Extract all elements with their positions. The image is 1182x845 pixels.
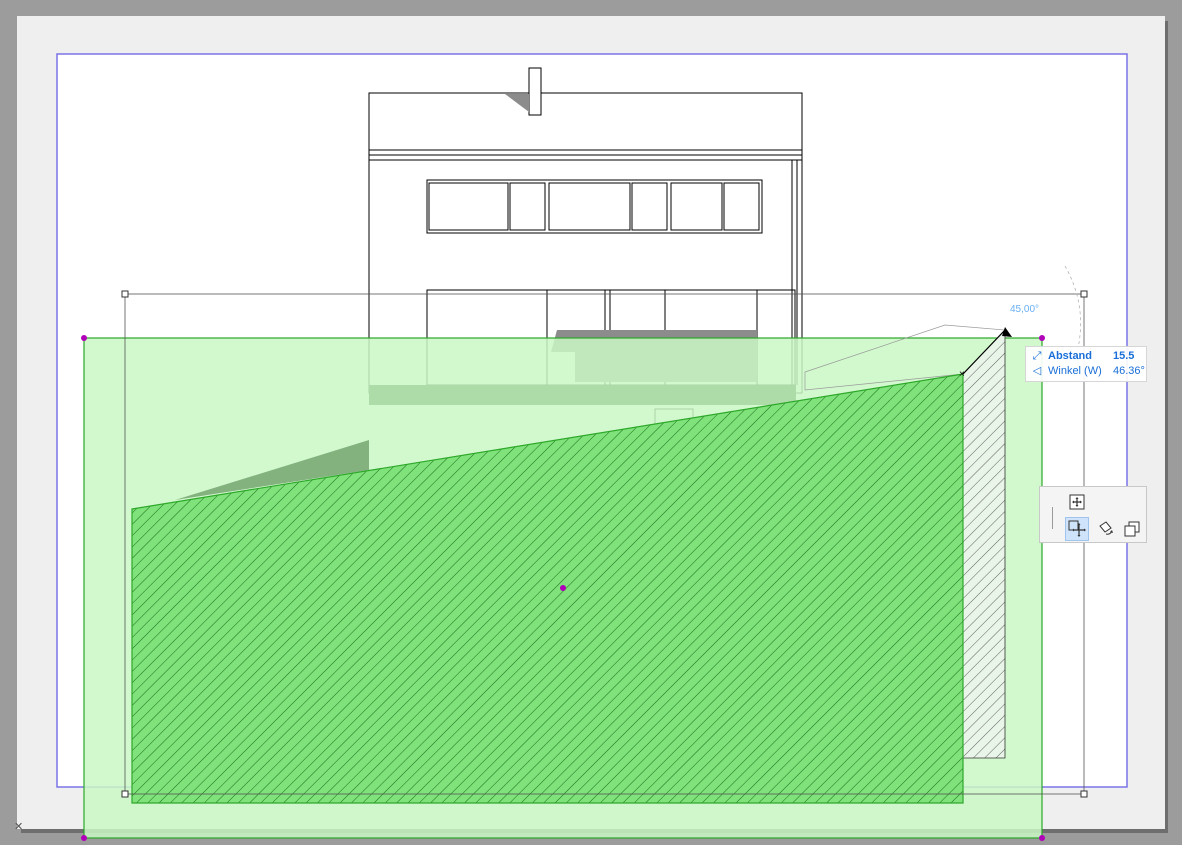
selection-handle-br[interactable] bbox=[1080, 790, 1088, 798]
drawing-viewport[interactable]: 45,00° × ⤢ Abstand 15.5 ◁ Winkel (W) 46.… bbox=[0, 0, 1182, 845]
corner-close-icon[interactable]: ✕ bbox=[14, 820, 23, 833]
rotate-icon bbox=[1099, 521, 1113, 535]
elevation-drawing[interactable]: 45,00° × bbox=[0, 0, 1182, 845]
selection-handle-bl[interactable] bbox=[121, 790, 129, 798]
tracker-label-distance: Abstand bbox=[1048, 350, 1092, 362]
cursor-cross-icon: × bbox=[959, 369, 965, 380]
drag-move-button[interactable] bbox=[1065, 517, 1089, 541]
tracker-value-distance[interactable]: 15.5 bbox=[1113, 349, 1134, 364]
tracker-label-angle: Winkel (W) bbox=[1048, 365, 1102, 377]
tracker-value-angle[interactable]: 46.36° bbox=[1113, 364, 1145, 379]
angle-guide-text: 45,00° bbox=[1010, 304, 1039, 315]
rotate-button[interactable] bbox=[1093, 517, 1117, 541]
coordinate-tracker[interactable]: ⤢ Abstand 15.5 ◁ Winkel (W) 46.36° bbox=[1025, 346, 1147, 382]
pet-palette-separator bbox=[1052, 507, 1053, 529]
hotspot-bottom-right[interactable] bbox=[1039, 835, 1045, 841]
offset-all-button[interactable] bbox=[1065, 490, 1089, 514]
hotspot-bottom-left[interactable] bbox=[81, 835, 87, 841]
drag-move-icon bbox=[1068, 520, 1086, 537]
hotspot-center[interactable] bbox=[560, 585, 566, 591]
multiply-copy-button[interactable] bbox=[1120, 517, 1144, 541]
hotspot-top-left[interactable] bbox=[81, 335, 87, 341]
distance-icon: ⤢ bbox=[1032, 350, 1042, 362]
angle-icon: ◁ bbox=[1032, 365, 1042, 377]
drag-preview-fill bbox=[962, 329, 1006, 759]
hotspot-top-right[interactable] bbox=[1039, 335, 1045, 341]
selection-handle-tr[interactable] bbox=[1080, 290, 1088, 298]
tracker-row-angle[interactable]: ◁ Winkel (W) 46.36° bbox=[1026, 364, 1146, 379]
tracker-row-distance[interactable]: ⤢ Abstand 15.5 bbox=[1026, 349, 1146, 364]
offset-all-icon bbox=[1069, 494, 1085, 510]
selection-handle-tl[interactable] bbox=[121, 290, 129, 298]
multiply-copy-icon bbox=[1124, 521, 1140, 537]
pet-palette bbox=[1039, 486, 1147, 543]
